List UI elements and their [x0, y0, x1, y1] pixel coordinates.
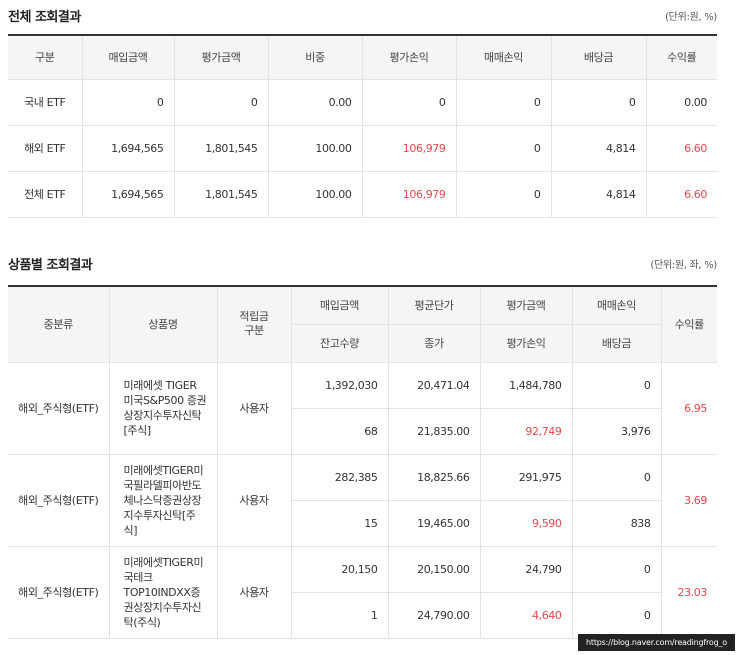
row-buy-amount: 1,694,565 [81, 171, 174, 218]
product-trade-pl: 0 [571, 454, 661, 501]
product-return: 3.69 [660, 454, 717, 547]
total-unit-label: (단위:원, %) [665, 12, 717, 23]
col-header-eval-pl: 평가손익 [361, 35, 456, 80]
col-header-return: 수익률 [660, 286, 717, 363]
product-buy-amount: 1,392,030 [290, 362, 388, 409]
row-eval-pl: 106,979 [361, 125, 456, 172]
product-name: 미래에셋TIGER미국필라델피아반도체나스닥증권상장지수투자신탁[주식] [108, 454, 217, 547]
col-header-eval-amount: 평가금액 [173, 35, 268, 80]
col-header-dividend: 배당금 [550, 35, 646, 80]
total-section-title: 전체 조회결과 [8, 10, 81, 25]
product-dividend: 838 [571, 500, 661, 547]
table-row: 해외 ETF 1,694,565 1,801,545 100.00 106,97… [8, 125, 717, 172]
row-category: 국내 ETF [8, 79, 82, 126]
col-header-dividend: 배당금 [571, 324, 661, 363]
col-header-trade-pl: 매매손익 [571, 286, 661, 325]
col-header-weight: 비중 [267, 35, 362, 80]
col-header-trade-pl: 매매손익 [455, 35, 551, 80]
col-header-close-price: 종가 [387, 324, 480, 363]
col-header-avg-price: 평균단가 [387, 286, 480, 325]
row-return: 6.60 [645, 171, 717, 218]
total-header-row: 구분 매입금액 평가금액 비중 평가손익 매매손익 배당금 수익률 [8, 35, 717, 80]
product-name: 미래에셋TIGER미국테크TOP10INDXX증권상장지수투자신탁(주식) [108, 546, 217, 639]
row-eval-amount: 0 [173, 79, 268, 126]
table-row: 국내 ETF 0 0 0.00 0 0 0 0.00 [8, 79, 717, 126]
product-category: 해외_주식형(ETF) [8, 362, 109, 455]
blog-watermark: https://blog.naver.com/readingfrog_o [578, 634, 735, 651]
product-category: 해외_주식형(ETF) [8, 454, 109, 547]
row-dividend: 0 [550, 79, 646, 126]
product-category: 해외_주식형(ETF) [8, 546, 109, 639]
total-result-table: 구분 매입금액 평가금액 비중 평가손익 매매손익 배당금 수익률 국내 ETF… [8, 34, 717, 218]
product-trade-pl: 0 [571, 546, 661, 593]
table-row: 해외_주식형(ETF) 미래에셋TIGER미국필라델피아반도체나스닥증권상장지수… [8, 454, 717, 547]
product-contribution-type: 사용자 [216, 454, 291, 547]
product-avg-price: 18,825.66 [387, 454, 480, 501]
product-eval-pl: 9,590 [479, 500, 572, 547]
col-header-quantity: 잔고수량 [290, 324, 388, 363]
product-close-price: 19,465.00 [387, 500, 480, 547]
row-weight: 100.00 [267, 171, 362, 218]
table-row: 전체 ETF 1,694,565 1,801,545 100.00 106,97… [8, 171, 717, 218]
row-return: 6.60 [645, 125, 717, 172]
row-category: 전체 ETF [8, 171, 82, 218]
product-section-header: 상품별 조회결과 (단위:원, 좌, %) [8, 254, 717, 276]
row-trade-pl: 0 [455, 171, 551, 218]
col-header-contribution-type: 적립금 구분 [216, 286, 291, 363]
product-result-table: 중분류 상품명 적립금 구분 매입금액 평균단가 평가금액 매매손익 수익률 잔… [8, 285, 717, 639]
product-avg-price: 20,150.00 [387, 546, 480, 593]
product-section-title: 상품별 조회결과 [8, 258, 93, 273]
row-eval-amount: 1,801,545 [173, 171, 268, 218]
product-trade-pl: 0 [571, 362, 661, 409]
col-header-eval-pl: 평가손익 [479, 324, 572, 363]
row-buy-amount: 1,694,565 [81, 125, 174, 172]
col-header-return: 수익률 [645, 35, 717, 80]
row-category: 해외 ETF [8, 125, 82, 172]
product-name: 미래에셋 TIGER 미국S&P500 증권상장지수투자신탁[주식] [108, 362, 217, 455]
product-dividend: 0 [571, 592, 661, 639]
row-dividend: 4,814 [550, 171, 646, 218]
col-header-category: 구분 [8, 35, 82, 80]
col-header-buy-amount: 매입금액 [81, 35, 174, 80]
product-dividend: 3,976 [571, 408, 661, 455]
product-quantity: 1 [290, 592, 388, 639]
row-weight: 0.00 [267, 79, 362, 126]
product-unit-label: (단위:원, 좌, %) [650, 260, 717, 271]
product-contribution-type: 사용자 [216, 362, 291, 455]
product-header-row-1: 중분류 상품명 적립금 구분 매입금액 평균단가 평가금액 매매손익 수익률 [8, 286, 717, 363]
product-quantity: 15 [290, 500, 388, 547]
product-eval-amount: 1,484,780 [479, 362, 572, 409]
product-close-price: 21,835.00 [387, 408, 480, 455]
product-eval-pl: 4,640 [479, 592, 572, 639]
product-avg-price: 20,471.04 [387, 362, 480, 409]
col-header-eval-amount: 평가금액 [479, 286, 572, 325]
col-header-buy-amount: 매입금액 [290, 286, 388, 325]
product-close-price: 24,790.00 [387, 592, 480, 639]
product-return: 6.95 [660, 362, 717, 455]
product-quantity: 68 [290, 408, 388, 455]
total-section-header: 전체 조회결과 (단위:원, %) [8, 6, 717, 28]
product-eval-amount: 24,790 [479, 546, 572, 593]
row-trade-pl: 0 [455, 79, 551, 126]
product-buy-amount: 282,385 [290, 454, 388, 501]
product-eval-amount: 291,975 [479, 454, 572, 501]
product-return: 23.03 [660, 546, 717, 639]
row-weight: 100.00 [267, 125, 362, 172]
col-header-product-name: 상품명 [108, 286, 217, 363]
row-eval-pl: 106,979 [361, 171, 456, 218]
col-header-category: 중분류 [8, 286, 109, 363]
row-dividend: 4,814 [550, 125, 646, 172]
row-return: 0.00 [645, 79, 717, 126]
product-contribution-type: 사용자 [216, 546, 291, 639]
table-row: 해외_주식형(ETF) 미래에셋TIGER미국테크TOP10INDXX증권상장지… [8, 546, 717, 639]
row-buy-amount: 0 [81, 79, 174, 126]
product-eval-pl: 92,749 [479, 408, 572, 455]
row-eval-amount: 1,801,545 [173, 125, 268, 172]
product-buy-amount: 20,150 [290, 546, 388, 593]
table-row: 해외_주식형(ETF) 미래에셋 TIGER 미국S&P500 증권상장지수투자… [8, 362, 717, 455]
row-eval-pl: 0 [361, 79, 456, 126]
row-trade-pl: 0 [455, 125, 551, 172]
